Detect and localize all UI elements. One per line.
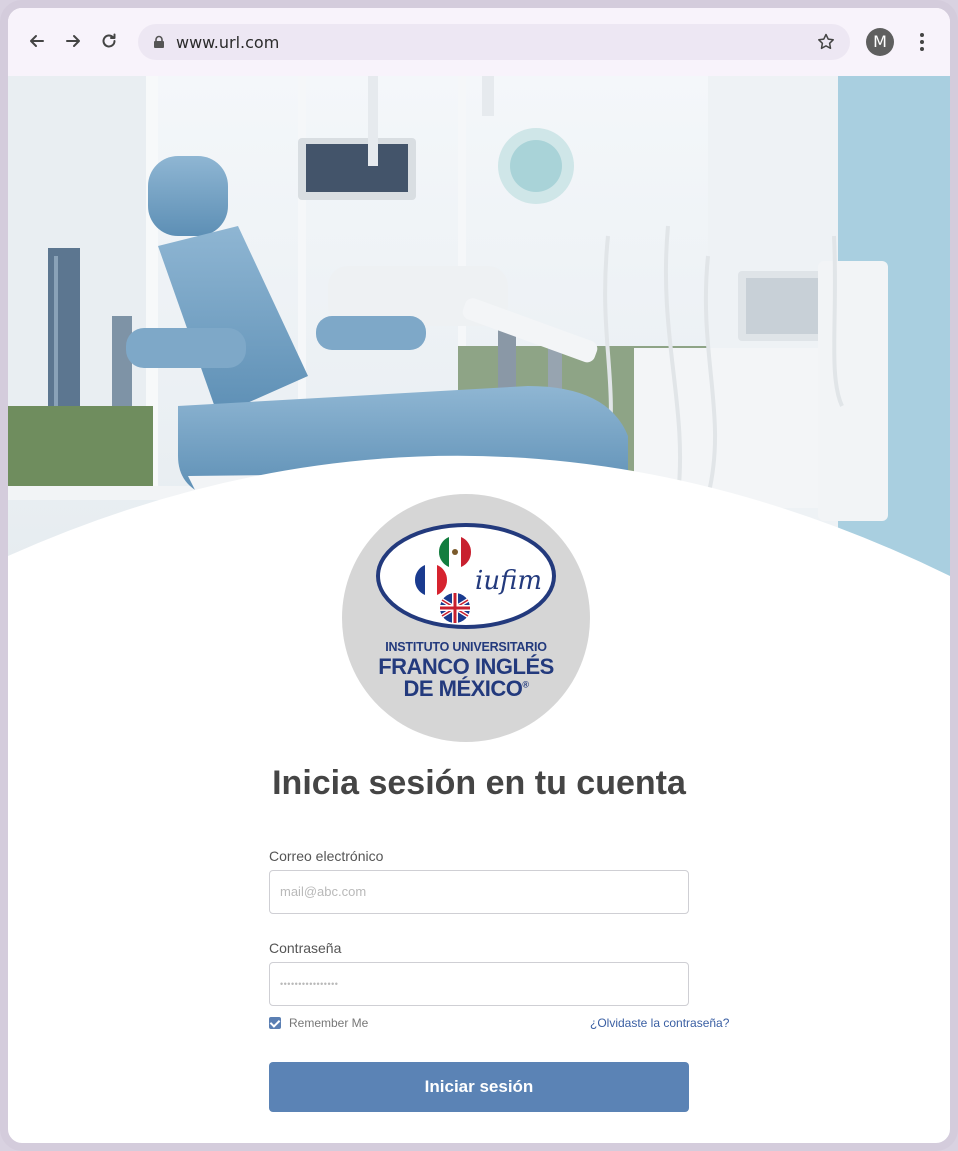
logo-line3: DE MÉXICO®: [403, 676, 529, 701]
profile-avatar[interactable]: M: [866, 28, 894, 56]
email-field[interactable]: mail@abc.com: [269, 870, 689, 914]
institution-logo: iufim INSTITUTO UNIVERSITARIO FRANCO ING…: [342, 494, 590, 742]
arrow-right-icon: [66, 35, 80, 47]
reload-icon: [102, 33, 116, 48]
arrow-left-icon: [30, 35, 44, 47]
address-bar[interactable]: www.url.com: [138, 24, 850, 60]
remember-me[interactable]: Remember Me: [269, 1016, 368, 1030]
logo-line1: INSTITUTO UNIVERSITARIO: [385, 640, 547, 654]
url-text: www.url.com: [176, 33, 280, 52]
remember-label: Remember Me: [289, 1016, 369, 1030]
password-field[interactable]: ••••••••••••••••: [269, 962, 689, 1006]
login-button[interactable]: Iniciar sesión: [269, 1062, 689, 1112]
forward-button[interactable]: [60, 28, 86, 54]
bookmark-star-icon[interactable]: [816, 32, 836, 52]
lock-icon: [154, 35, 164, 48]
browser-menu-button[interactable]: [912, 30, 932, 54]
page-title: Inicia sesión en tu cuenta: [272, 764, 686, 802]
browser-window: www.url.com M iufim INSTITUTO UNIVERSITA…: [0, 0, 958, 1151]
remember-checkbox[interactable]: [269, 1017, 281, 1029]
password-label: Contraseña: [269, 940, 342, 956]
browser-toolbar: www.url.com M: [8, 8, 950, 77]
reload-button[interactable]: [96, 28, 122, 54]
email-label: Correo electrónico: [269, 848, 384, 864]
forgot-password-link[interactable]: ¿Olvidaste la contraseña?: [590, 1016, 729, 1030]
back-button[interactable]: [24, 28, 50, 54]
logo-monogram: iufim: [475, 566, 542, 596]
logo-emblem: iufim: [376, 523, 556, 629]
